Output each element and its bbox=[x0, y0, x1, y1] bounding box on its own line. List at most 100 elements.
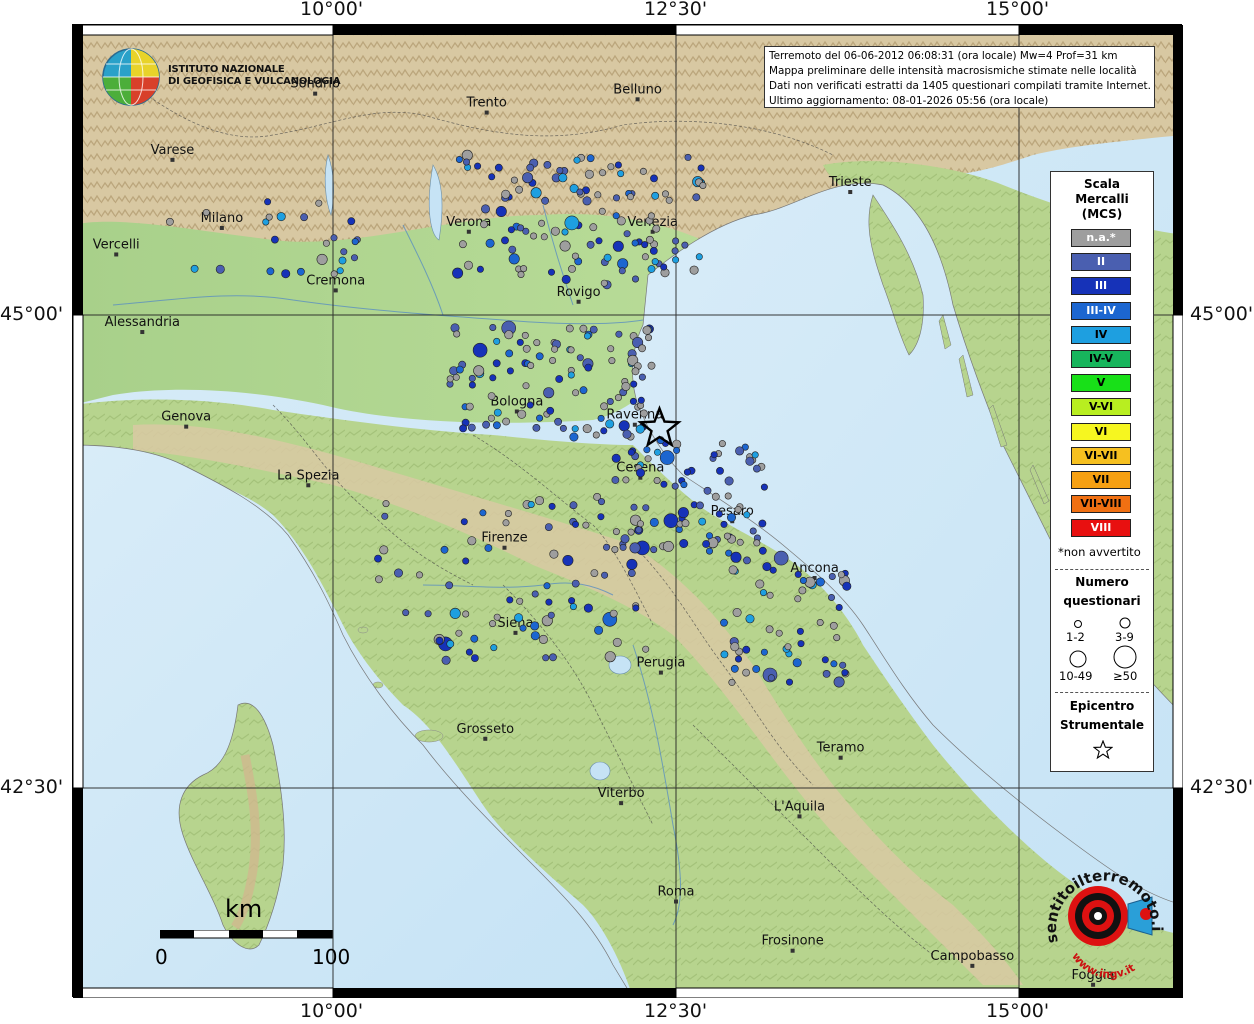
intensity-point bbox=[480, 220, 488, 229]
intensity-point bbox=[522, 172, 534, 184]
intensity-point bbox=[743, 511, 751, 519]
intensity-point bbox=[692, 193, 701, 202]
intensity-point bbox=[745, 456, 755, 466]
intensity-point bbox=[446, 375, 454, 383]
intensity-point bbox=[530, 621, 540, 631]
tick-bottom-1: 10°00' bbox=[300, 1000, 364, 1022]
intensity-point bbox=[607, 163, 615, 171]
intensity-point bbox=[821, 656, 829, 664]
intensity-point bbox=[644, 455, 652, 463]
intensity-point bbox=[629, 542, 641, 554]
intensity-point bbox=[590, 569, 599, 577]
intensity-point bbox=[424, 610, 432, 618]
intensity-point bbox=[619, 543, 627, 551]
intensity-point bbox=[166, 217, 174, 226]
intensity-point bbox=[730, 664, 739, 673]
intensity-point bbox=[441, 655, 451, 665]
legend-separator bbox=[1055, 569, 1149, 570]
intensity-point bbox=[647, 361, 656, 370]
intensity-point bbox=[340, 248, 348, 256]
intensity-point bbox=[470, 654, 479, 662]
intensity-point bbox=[488, 173, 496, 181]
intensity-point bbox=[799, 576, 807, 584]
intensity-point bbox=[705, 547, 713, 555]
ingv-logo: ISTITUTO NAZIONALE DI GEOFISICA E VULCAN… bbox=[100, 46, 341, 112]
intensity-point bbox=[600, 279, 608, 287]
map-canvas[interactable]: Sondrio BellunoTrentoVareseTriesteMilano V… bbox=[73, 25, 1183, 998]
place-marker bbox=[576, 299, 581, 304]
intensity-point bbox=[665, 196, 673, 204]
intensity-point bbox=[621, 381, 631, 391]
intensity-point bbox=[462, 557, 470, 565]
intensity-point bbox=[382, 500, 390, 508]
intensity-point bbox=[753, 539, 761, 547]
intensity-point bbox=[508, 245, 517, 254]
intensity-point bbox=[833, 676, 845, 688]
place-marker bbox=[313, 91, 318, 96]
intensity-point bbox=[316, 253, 328, 265]
intensity-point bbox=[476, 265, 484, 273]
intensity-point bbox=[760, 648, 768, 656]
intensity-point bbox=[652, 224, 661, 233]
scale-unit: km bbox=[225, 895, 263, 923]
legend-class-swatch: III bbox=[1071, 277, 1131, 296]
info-line-2: Mappa preliminare delle intensità macros… bbox=[769, 65, 1137, 77]
intensity-point bbox=[638, 373, 646, 381]
intensity-point bbox=[749, 527, 757, 535]
intensity-point bbox=[605, 419, 615, 429]
intensity-point bbox=[562, 554, 574, 566]
intensity-point bbox=[672, 237, 680, 245]
intensity-point bbox=[671, 247, 679, 255]
intensity-point bbox=[474, 162, 482, 170]
intensity-point bbox=[680, 481, 688, 489]
intensity-point bbox=[546, 406, 555, 415]
intensity-point bbox=[622, 429, 632, 439]
tick-right-2: 42°30' bbox=[1190, 776, 1254, 798]
intensity-point bbox=[639, 167, 647, 175]
scale-min: 0 bbox=[155, 945, 168, 969]
place-label: Teramo bbox=[816, 741, 865, 756]
intensity-point bbox=[650, 174, 658, 183]
intensity-point bbox=[612, 528, 620, 536]
intensity-point bbox=[736, 538, 744, 546]
intensity-point bbox=[330, 234, 338, 242]
tick-bottom-2: 12°30' bbox=[644, 1000, 708, 1022]
intensity-point bbox=[611, 476, 620, 484]
intensity-point bbox=[465, 648, 473, 656]
intensity-point bbox=[586, 240, 595, 249]
intensity-point bbox=[720, 650, 729, 659]
place-label: Trieste bbox=[828, 175, 872, 190]
intensity-point bbox=[549, 356, 557, 364]
legend-count-3: 10-49 bbox=[1059, 669, 1093, 683]
legend-class-swatch: IV bbox=[1071, 325, 1131, 344]
intensity-point bbox=[640, 409, 648, 418]
intensity-point bbox=[453, 330, 461, 338]
intensity-point bbox=[792, 658, 802, 668]
intensity-point bbox=[559, 424, 567, 432]
intensity-point bbox=[542, 654, 550, 662]
intensity-point bbox=[833, 634, 841, 642]
intensity-point bbox=[653, 476, 661, 484]
intensity-point bbox=[631, 367, 640, 376]
intensity-point bbox=[594, 625, 604, 635]
place-marker bbox=[306, 483, 311, 488]
intensity-point bbox=[775, 629, 783, 637]
intensity-point bbox=[579, 386, 588, 395]
intensity-point bbox=[684, 153, 692, 161]
intensity-point bbox=[653, 448, 661, 456]
intensity-point bbox=[612, 637, 622, 647]
intensity-point bbox=[569, 432, 579, 442]
intensity-point bbox=[649, 246, 658, 255]
intensity-point bbox=[630, 380, 638, 388]
intensity-point bbox=[374, 554, 382, 563]
intensity-point bbox=[618, 420, 630, 432]
intensity-point bbox=[296, 267, 305, 276]
intensity-point bbox=[697, 164, 705, 172]
target-logo-icon: sentitoilterremoto.it www.ingv.it bbox=[1036, 838, 1166, 981]
intensity-point bbox=[660, 480, 668, 488]
intensity-point bbox=[595, 237, 603, 245]
intensity-point bbox=[618, 267, 626, 275]
info-box: Terremoto del 06-06-2012 06:08:31 (ora l… bbox=[764, 46, 1155, 108]
intensity-point bbox=[730, 551, 742, 563]
intensity-point bbox=[489, 620, 497, 628]
